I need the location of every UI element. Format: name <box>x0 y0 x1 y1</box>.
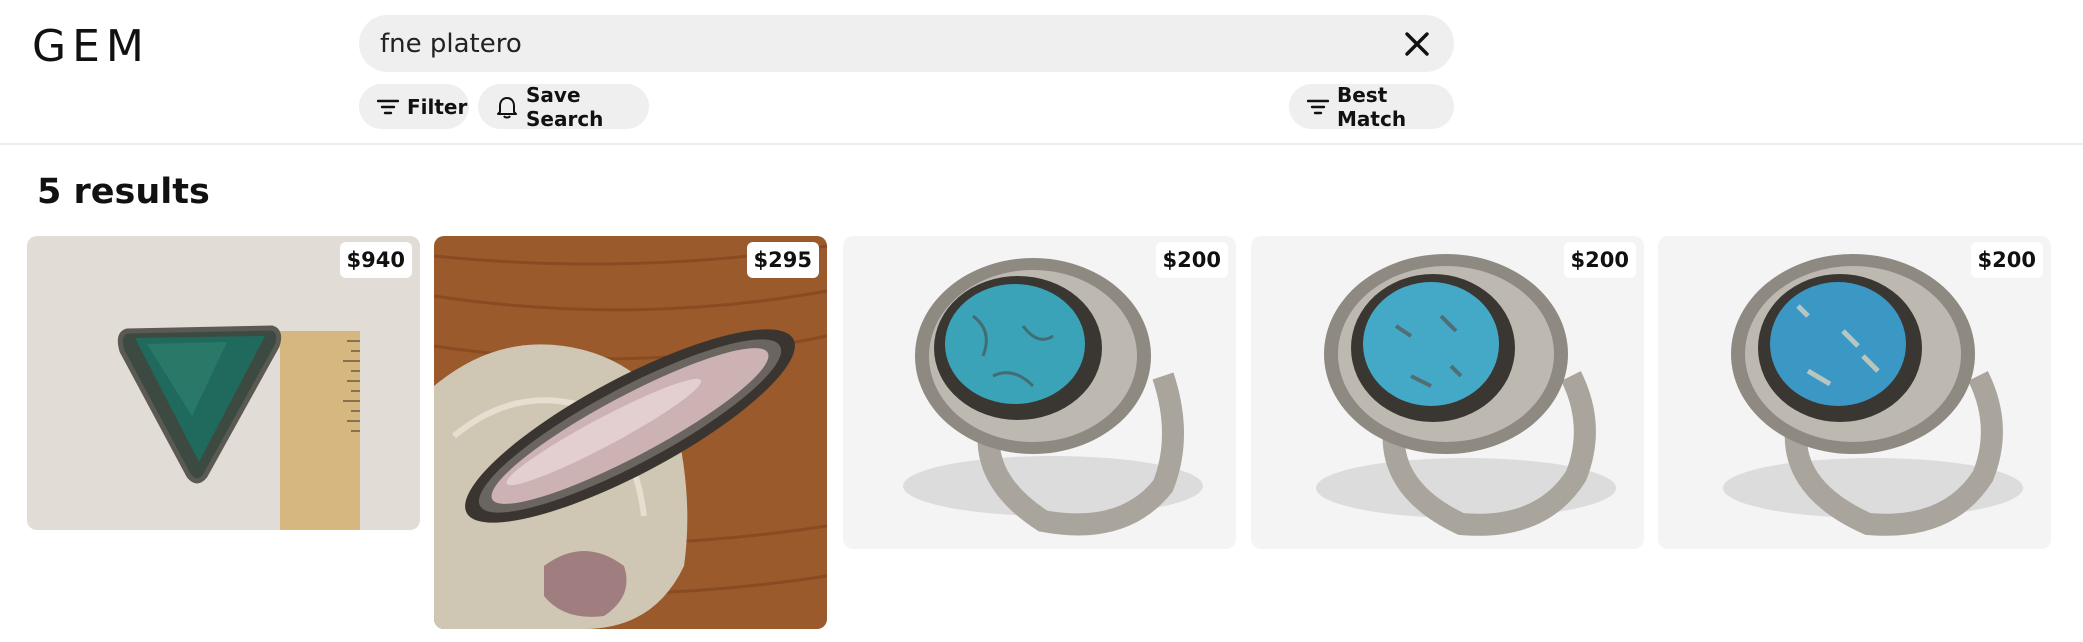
filter-button[interactable]: Filter <box>359 84 469 129</box>
product-card[interactable]: $200 <box>1251 236 1644 549</box>
product-image <box>434 236 827 629</box>
results-count: 5 results <box>37 172 210 212</box>
price-badge: $200 <box>1563 242 1636 278</box>
price-badge: $200 <box>1155 242 1228 278</box>
product-card[interactable]: $295 <box>434 236 827 629</box>
product-card[interactable]: $200 <box>843 236 1236 549</box>
product-image <box>1658 236 2051 549</box>
top-header: GEM Filter Save Search Best Match <box>0 0 2083 145</box>
gem-logo[interactable]: GEM <box>32 22 150 72</box>
save-search-button[interactable]: Save Search <box>478 82 649 131</box>
product-card[interactable]: $200 <box>1658 236 2051 549</box>
price-badge: $295 <box>746 242 819 278</box>
filter-icon <box>377 98 399 116</box>
product-card[interactable]: $940 <box>27 236 420 530</box>
price-badge: $200 <box>1970 242 2043 278</box>
price-badge: $940 <box>339 242 412 278</box>
product-image <box>1251 236 1644 549</box>
search-input[interactable] <box>380 15 1360 72</box>
product-image <box>27 236 420 530</box>
sort-label: Best Match <box>1337 82 1407 131</box>
sort-button[interactable]: Best Match <box>1289 82 1454 131</box>
clear-search-button[interactable] <box>1402 29 1432 59</box>
save-search-label: Save Search <box>526 82 604 131</box>
sort-icon <box>1307 98 1329 116</box>
filter-label: Filter <box>407 94 468 119</box>
product-image <box>843 236 1236 549</box>
search-bar[interactable] <box>359 15 1454 72</box>
bell-icon <box>496 95 518 119</box>
close-icon <box>1405 32 1429 56</box>
